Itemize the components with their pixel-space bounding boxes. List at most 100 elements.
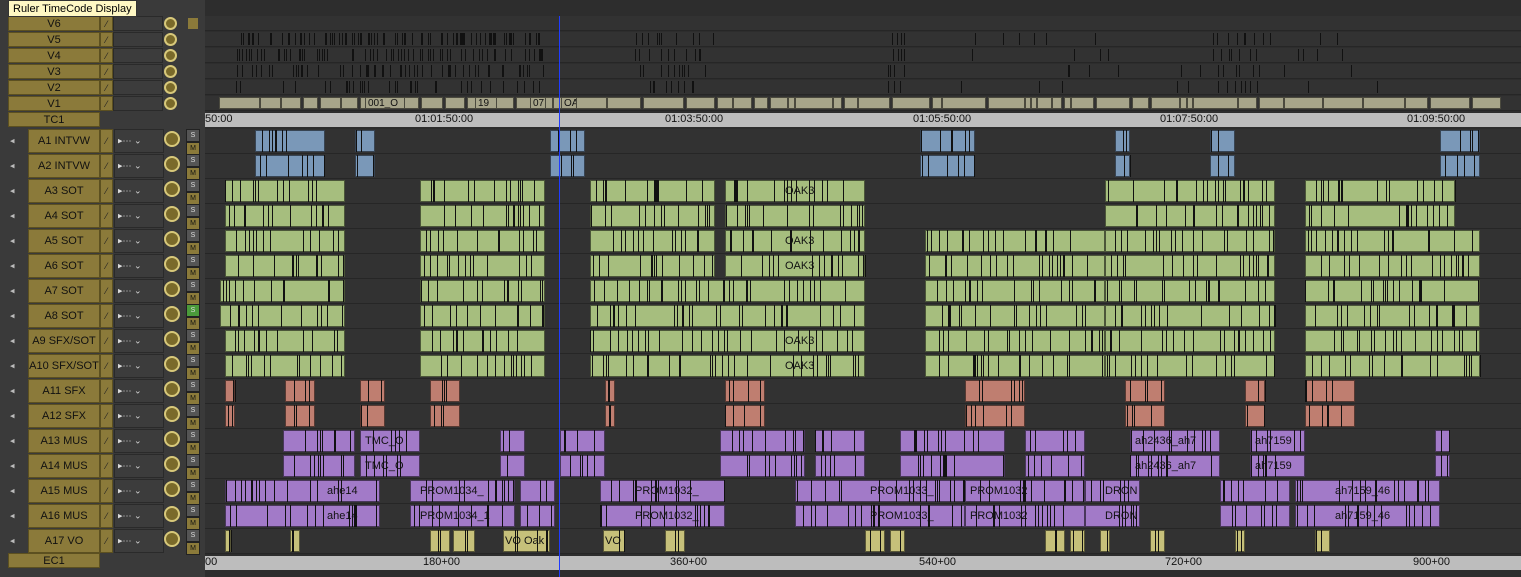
sync-lock-icon[interactable] [164, 256, 180, 272]
clip[interactable] [1238, 97, 1257, 109]
solo-button[interactable]: S [186, 254, 200, 267]
clip[interactable] [560, 430, 605, 452]
track-expand-icon[interactable]: ◂ [10, 136, 15, 147]
track-expand-icon[interactable]: ◂ [10, 186, 15, 197]
clip[interactable] [725, 405, 765, 427]
track-name-v6[interactable]: V6 [8, 16, 100, 31]
clip[interactable] [500, 455, 525, 477]
clip[interactable] [590, 305, 865, 327]
clip[interactable] [1210, 130, 1235, 152]
clip[interactable] [1105, 305, 1275, 327]
clip[interactable] [1405, 97, 1428, 109]
track-expand-icon[interactable]: ◂ [10, 336, 15, 347]
track-name[interactable]: A5 SOT [28, 229, 100, 253]
clip[interactable] [932, 97, 942, 109]
clip[interactable] [341, 97, 358, 109]
audio-monitor-controls[interactable]: ▸⋯ ⌄ [114, 129, 164, 153]
track-name[interactable]: A14 MUS [28, 454, 100, 478]
track-name[interactable]: A13 MUS [28, 429, 100, 453]
solo-button[interactable]: S [186, 204, 200, 217]
audio-waveform-icon[interactable]: ▸⋯ ⌄ [118, 236, 142, 247]
audio-monitor-controls[interactable]: ▸⋯ ⌄ [114, 504, 164, 528]
audio-monitor-controls[interactable]: ▸⋯ ⌄ [114, 254, 164, 278]
lock-icon[interactable]: ⁄ [100, 379, 113, 403]
lock-icon[interactable]: ⁄ [100, 279, 113, 303]
clip[interactable] [1105, 280, 1275, 302]
clip[interactable] [303, 97, 318, 109]
clip[interactable] [892, 97, 930, 109]
timeline-tracks-area[interactable]: 001_O1907OAOAK3OAK3OAK3OAK3OAK3TMC_Oah71… [205, 16, 1521, 577]
audio-monitor-controls[interactable]: ▸⋯ ⌄ [114, 429, 164, 453]
audio-monitor-controls[interactable]: ▸⋯ ⌄ [114, 154, 164, 178]
clip[interactable] [717, 97, 733, 109]
lock-icon[interactable]: ⁄ [100, 229, 113, 253]
solo-button[interactable]: S [186, 529, 200, 542]
solo-button[interactable]: S [186, 179, 200, 192]
audio-waveform-icon[interactable]: ▸⋯ ⌄ [118, 411, 142, 422]
solo-button[interactable]: S [186, 479, 200, 492]
sync-lock-icon[interactable] [164, 97, 177, 110]
audio-monitor-controls[interactable]: ▸⋯ ⌄ [114, 329, 164, 353]
clip[interactable] [925, 355, 1105, 377]
lock-icon[interactable]: ⁄ [100, 80, 113, 95]
audio-waveform-icon[interactable]: ▸⋯ ⌄ [118, 311, 142, 322]
track-name[interactable]: A6 SOT [28, 254, 100, 278]
clip[interactable] [420, 355, 545, 377]
audio-monitor-controls[interactable]: ▸⋯ ⌄ [114, 529, 164, 553]
sync-lock-icon[interactable] [164, 231, 180, 247]
lock-icon[interactable]: ⁄ [100, 304, 113, 328]
clip[interactable] [1305, 355, 1480, 377]
clip[interactable]: 001_O [365, 97, 405, 109]
timeline-track-v5[interactable] [205, 32, 1521, 47]
solo-button[interactable]: S [186, 329, 200, 342]
clip[interactable] [590, 180, 715, 202]
clip[interactable] [858, 97, 890, 109]
timeline-track-a1[interactable] [205, 129, 1521, 154]
lock-icon[interactable]: ⁄ [100, 354, 113, 378]
clip[interactable] [686, 97, 715, 109]
track-name[interactable]: A8 SOT [28, 304, 100, 328]
clip[interactable] [1245, 380, 1265, 402]
clip[interactable] [260, 97, 281, 109]
clip[interactable] [550, 155, 585, 177]
clip[interactable] [360, 405, 385, 427]
clip[interactable] [225, 230, 345, 252]
clip[interactable] [844, 97, 858, 109]
audio-monitor-controls[interactable]: ▸⋯ ⌄ [114, 479, 164, 503]
clip[interactable] [285, 405, 315, 427]
clip[interactable] [1305, 405, 1355, 427]
solo-button[interactable]: S [186, 379, 200, 392]
clip[interactable] [1105, 180, 1275, 202]
audio-waveform-icon[interactable]: ▸⋯ ⌄ [118, 461, 142, 472]
solo-button[interactable]: S [186, 504, 200, 517]
clip[interactable] [285, 380, 315, 402]
clip[interactable] [590, 205, 715, 227]
tc-ruler[interactable]: 50:00 01:01:50:00 01:03:50:00 01:05:50:00 01… [205, 113, 1521, 127]
timeline-track-a14[interactable]: TMC_O ah7159 ah2436_ah7 [205, 454, 1521, 479]
solo-button[interactable]: S [186, 129, 200, 142]
sync-lock-icon[interactable] [164, 306, 180, 322]
clip[interactable] [1220, 505, 1290, 527]
timeline-track-a9[interactable]: OAK3 [205, 329, 1521, 354]
clip[interactable] [920, 130, 975, 152]
solo-button[interactable]: S [186, 429, 200, 442]
clip[interactable] [607, 97, 641, 109]
lock-icon[interactable]: ⁄ [100, 479, 113, 503]
lock-icon[interactable]: ⁄ [100, 154, 113, 178]
track-expand-icon[interactable]: ◂ [10, 311, 15, 322]
lock-icon[interactable]: ⁄ [100, 504, 113, 528]
track-expand-icon[interactable]: ◂ [10, 511, 15, 522]
clip[interactable] [225, 180, 345, 202]
clip[interactable] [1105, 205, 1275, 227]
solo-button[interactable]: S [186, 354, 200, 367]
track-name[interactable]: A2 INTVW [28, 154, 100, 178]
track-name[interactable]: A10 SFX/SOT [28, 354, 100, 378]
track-expand-icon[interactable]: ◂ [10, 436, 15, 447]
track-expand-icon[interactable]: ◂ [10, 236, 15, 247]
clip[interactable] [815, 455, 865, 477]
audio-waveform-icon[interactable]: ▸⋯ ⌄ [118, 186, 142, 197]
clip[interactable] [942, 97, 986, 109]
timeline-track-v3[interactable] [205, 64, 1521, 79]
clip[interactable] [1064, 97, 1071, 109]
track-expand-icon[interactable]: ◂ [10, 361, 15, 372]
